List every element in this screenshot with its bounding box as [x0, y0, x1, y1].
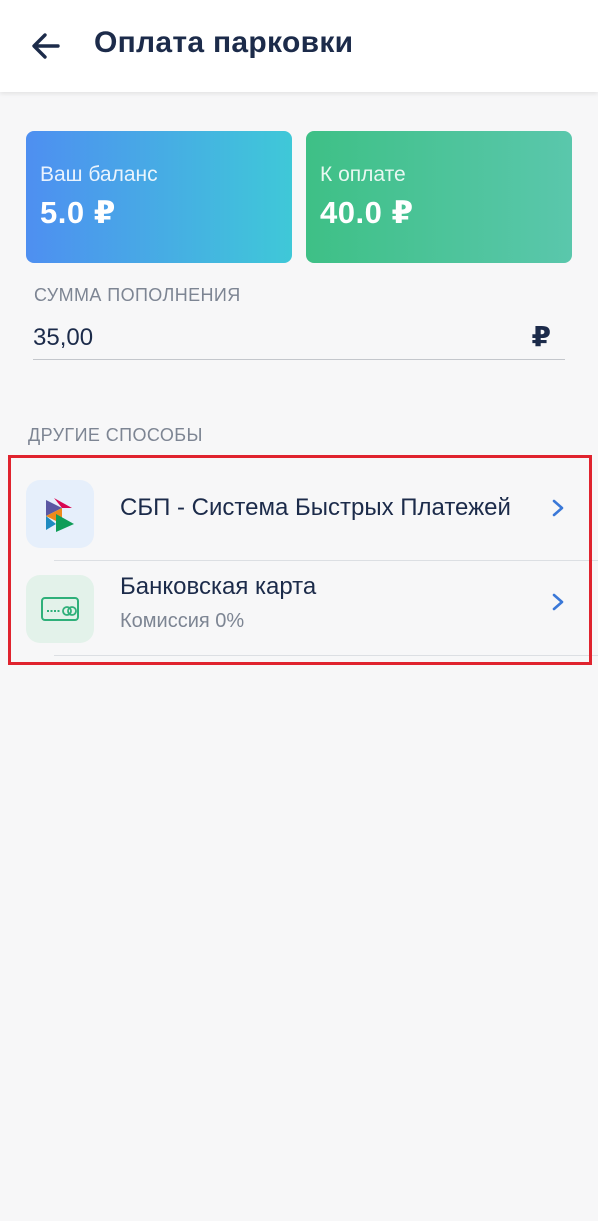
other-methods-label: ДРУГИЕ СПОСОБЫ [28, 425, 203, 445]
payment-method-bank-card[interactable]: Банковская карта Комиссия 0% [12, 561, 598, 655]
amount-due-value: 40.0 ₽ [320, 195, 414, 230]
balance-card: Ваш баланс 5.0 ₽ [26, 131, 292, 263]
back-button[interactable] [28, 28, 68, 64]
bank-card-commission: Комиссия 0% [120, 610, 245, 632]
topup-amount-value: 35,00 [33, 324, 94, 351]
balance-value: 5.0 ₽ [40, 195, 116, 230]
bank-card-icon [26, 575, 94, 643]
chevron-right-icon [552, 499, 564, 517]
amount-due-card: К оплате 40.0 ₽ [306, 131, 572, 263]
sbp-title: СБП - Система Быстрых Платежей [120, 494, 511, 521]
sbp-logo-icon [26, 480, 94, 548]
payment-method-sbp[interactable]: СБП - Система Быстрых Платежей [12, 466, 598, 560]
arrow-left-icon [32, 33, 60, 59]
ruble-icon: ₽ [531, 321, 551, 352]
topup-amount-input[interactable]: 35,00 ₽ [33, 318, 565, 360]
topup-amount-label: СУММА ПОПОЛНЕНИЯ [34, 285, 241, 305]
list-divider [54, 655, 598, 656]
page-title: Оплата парковки [94, 26, 354, 59]
app-header: Оплата парковки [0, 0, 598, 92]
amount-due-label: К оплате [320, 163, 406, 186]
bank-card-title: Банковская карта [120, 573, 317, 600]
chevron-right-icon [552, 593, 564, 611]
balance-label: Ваш баланс [40, 163, 158, 186]
